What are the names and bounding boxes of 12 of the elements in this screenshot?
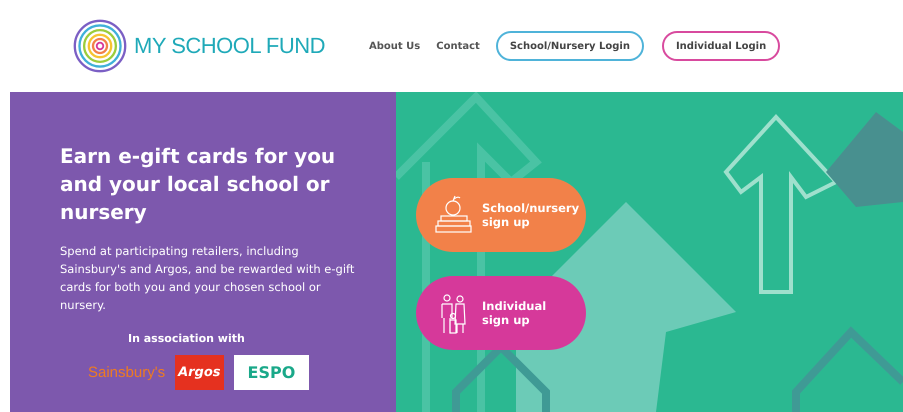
hero-text: Spend at participating retailers, including Sainsbury's and Argos, and be rewarded with e-gift cards for both you and your chosen school or nursery. <box>60 243 356 314</box>
rainbow-circles-logo-icon <box>72 18 128 74</box>
partner-logo: ESPO <box>234 355 310 390</box>
hero-heading: Earn e-gift cards for you and your local school or nursery <box>60 143 336 226</box>
login-button[interactable]: School/Nursery Login <box>496 31 644 61</box>
association-label: In association with <box>128 332 246 345</box>
nav-link[interactable]: About Us <box>369 40 420 52</box>
login-button[interactable]: Individual Login <box>662 31 780 61</box>
partner-logo: Sainsbury's <box>88 364 166 381</box>
nav-link[interactable]: Contact <box>436 40 480 52</box>
signup-button[interactable]: Individual sign up <box>416 276 586 350</box>
partner-logo: Argos <box>175 355 224 390</box>
